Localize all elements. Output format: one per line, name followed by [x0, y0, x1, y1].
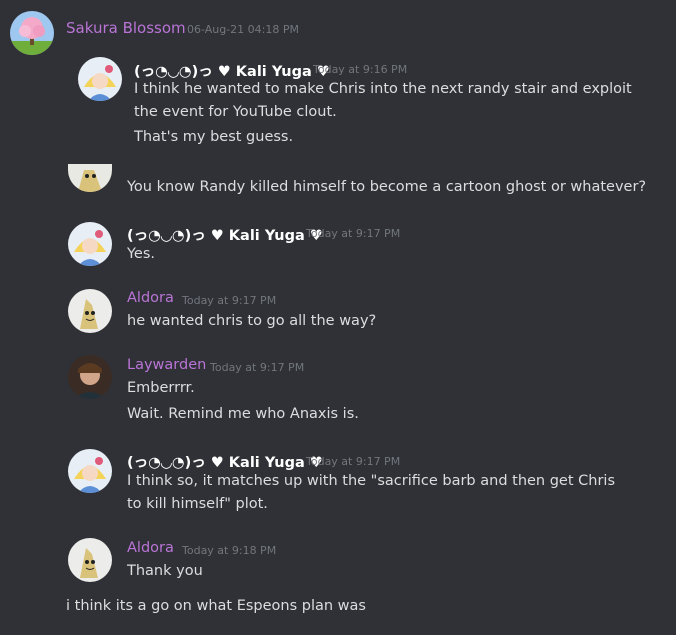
mimikyu-icon	[68, 538, 112, 582]
quote-message-text: Thank you	[127, 563, 203, 579]
quote-message-text: he wanted chris to go all the way?	[127, 313, 377, 329]
aldora-avatar-cropped[interactable]	[68, 164, 112, 192]
aldora-avatar[interactable]	[68, 538, 112, 582]
quote-timestamp-1: Today at 9:16 PM	[313, 63, 408, 76]
outer-author-name[interactable]: Sakura Blossom	[66, 19, 186, 37]
quote-timestamp-3: Today at 9:17 PM	[182, 294, 277, 307]
quote-timestamp-4: Today at 9:17 PM	[210, 361, 305, 374]
anime-character-icon	[68, 222, 112, 266]
quote-message-text: Emberrrr.	[127, 380, 195, 396]
kali-yuga-avatar[interactable]	[68, 222, 112, 266]
laywarden-avatar[interactable]	[68, 355, 112, 399]
quote-author-laywarden[interactable]: Laywarden	[127, 357, 206, 373]
mimikyu-icon	[68, 164, 112, 192]
quote-author-kali-2[interactable]: (っ◔◡◔)っ ♥ Kali Yuga ♥	[127, 224, 323, 245]
quote-timestamp-2: Today at 9:17 PM	[306, 227, 401, 240]
kali-yuga-avatar[interactable]	[68, 449, 112, 493]
kali-yuga-avatar[interactable]	[78, 57, 122, 101]
person-photo-icon	[68, 355, 112, 399]
anime-character-icon	[78, 57, 122, 101]
quote-author-kali-3[interactable]: (っ◔◡◔)っ ♥ Kali Yuga ♥	[127, 451, 323, 472]
aldora-avatar[interactable]	[68, 289, 112, 333]
quote-message-text: I think so, it matches up with the "sacr…	[127, 473, 616, 512]
quote-message-text: You know Randy killed himself to become …	[127, 179, 647, 195]
quote-message-text: Yes.	[127, 246, 156, 262]
quote-message-text: Wait. Remind me who Anaxis is.	[127, 406, 359, 422]
outer-message-text: i think its a go on what Espeons plan wa…	[66, 598, 366, 614]
quote-message-text: That's my best guess.	[134, 129, 294, 145]
quote-timestamp-6: Today at 9:18 PM	[182, 544, 277, 557]
quote-message-text: I think he wanted to make Chris into the…	[134, 81, 632, 120]
quote-author-aldora-1[interactable]: Aldora	[127, 290, 174, 306]
quote-author-aldora-2[interactable]: Aldora	[127, 540, 174, 556]
quote-timestamp-5: Today at 9:17 PM	[306, 455, 401, 468]
anime-character-icon	[68, 449, 112, 493]
mimikyu-icon	[68, 289, 112, 333]
sakura-blossom-avatar[interactable]	[10, 11, 54, 55]
cherry-blossom-tree-icon	[10, 11, 54, 55]
outer-timestamp: 06-Aug-21 04:18 PM	[187, 23, 299, 36]
